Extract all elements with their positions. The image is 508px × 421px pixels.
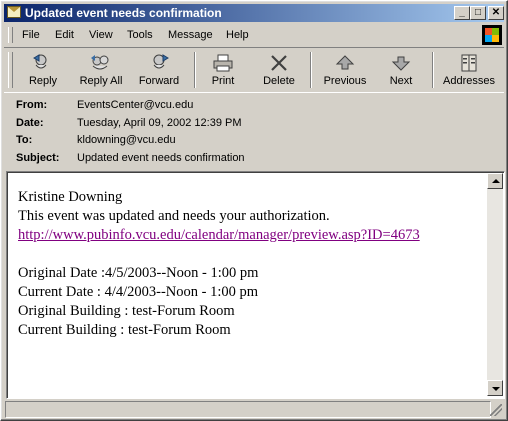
subject-value: Updated event needs confirmation: [77, 152, 245, 164]
toolbar-separator: [432, 52, 434, 88]
scroll-down-button[interactable]: [487, 380, 503, 396]
reply-all-button[interactable]: Reply All: [74, 51, 128, 91]
triangle-up-icon: [492, 179, 500, 183]
date-label: Date:: [16, 117, 44, 129]
toolbar-separator: [310, 52, 312, 88]
forward-icon: [153, 54, 169, 69]
forward-button[interactable]: Forward: [131, 51, 187, 91]
window-title: Updated event needs confirmation: [25, 6, 222, 20]
print-button[interactable]: Print: [202, 51, 244, 91]
delete-button[interactable]: Delete: [256, 51, 302, 91]
message-text: Kristine Downing This event was updated …: [18, 188, 483, 340]
preview-link[interactable]: http://www.pubinfo.vcu.edu/calendar/mana…: [18, 227, 420, 243]
scroll-up-button[interactable]: [487, 173, 503, 189]
message-window: Updated event needs confirmation _ □ ✕ F…: [0, 0, 508, 421]
next-button[interactable]: Next: [380, 51, 422, 91]
resize-grip-icon[interactable]: [490, 404, 502, 416]
menu-tools[interactable]: Tools: [127, 28, 153, 42]
menu-help[interactable]: Help: [226, 28, 249, 42]
delete-icon: [271, 55, 287, 71]
status-bar: [4, 400, 504, 418]
reply-all-label: Reply All: [79, 75, 123, 87]
triangle-down-icon: [492, 387, 500, 391]
reply-label: Reply: [28, 75, 58, 87]
vertical-scrollbar[interactable]: [487, 173, 503, 396]
previous-button[interactable]: Previous: [318, 51, 372, 91]
addresses-label: Addresses: [443, 75, 495, 87]
message-line: This event was updated and needs your au…: [18, 208, 330, 224]
title-bar[interactable]: Updated event needs confirmation _ □ ✕: [4, 4, 504, 22]
greeting-line: Kristine Downing: [18, 189, 123, 205]
to-label: To:: [16, 134, 33, 146]
current-building-line: Current Building : test-Forum Room: [18, 322, 231, 338]
maximize-button[interactable]: □: [470, 6, 486, 20]
status-pane: [5, 401, 491, 418]
subject-label: Subject:: [16, 152, 60, 164]
menu-file[interactable]: File: [22, 28, 40, 42]
reply-icon: [33, 54, 47, 69]
down-arrow-icon: [391, 56, 411, 71]
menu-message[interactable]: Message: [168, 28, 213, 42]
next-label: Next: [389, 75, 413, 87]
to-value[interactable]: kldowning@vcu.edu: [77, 133, 176, 147]
envelope-icon: [7, 6, 21, 18]
addresses-button[interactable]: Addresses: [438, 51, 500, 91]
menu-bar: File Edit View Tools Message Help: [4, 24, 504, 46]
reply-all-icon: [91, 55, 109, 70]
toolbar: Reply Reply All Forward Print Delete Pre…: [4, 47, 504, 93]
toolbar-grip[interactable]: [8, 52, 13, 88]
from-value[interactable]: EventsCenter@vcu.edu: [77, 98, 193, 112]
menu-view[interactable]: View: [89, 28, 113, 42]
previous-label: Previous: [323, 75, 367, 87]
delete-label: Delete: [263, 75, 295, 87]
toolbar-separator: [194, 52, 196, 88]
from-label: From:: [16, 99, 48, 111]
print-icon: [213, 54, 233, 72]
menu-edit[interactable]: Edit: [55, 28, 74, 42]
up-arrow-icon: [335, 55, 355, 70]
address-book-icon: [461, 54, 477, 72]
print-label: Print: [211, 75, 235, 87]
minimize-button[interactable]: _: [454, 6, 470, 20]
message-body[interactable]: Kristine Downing This event was updated …: [6, 171, 505, 399]
close-button[interactable]: ✕: [488, 6, 504, 20]
current-date-line: Current Date : 4/4/2003--Noon - 1:00 pm: [18, 284, 259, 300]
original-date-line: Original Date :4/5/2003--Noon - 1:00 pm: [18, 265, 259, 281]
menu-grip[interactable]: [8, 27, 13, 43]
original-building-line: Original Building : test-Forum Room: [18, 303, 235, 319]
reply-button[interactable]: Reply: [18, 51, 68, 91]
forward-label: Forward: [138, 75, 180, 87]
date-value: Tuesday, April 09, 2002 12:39 PM: [77, 117, 242, 129]
windows-logo-icon: [482, 25, 502, 45]
